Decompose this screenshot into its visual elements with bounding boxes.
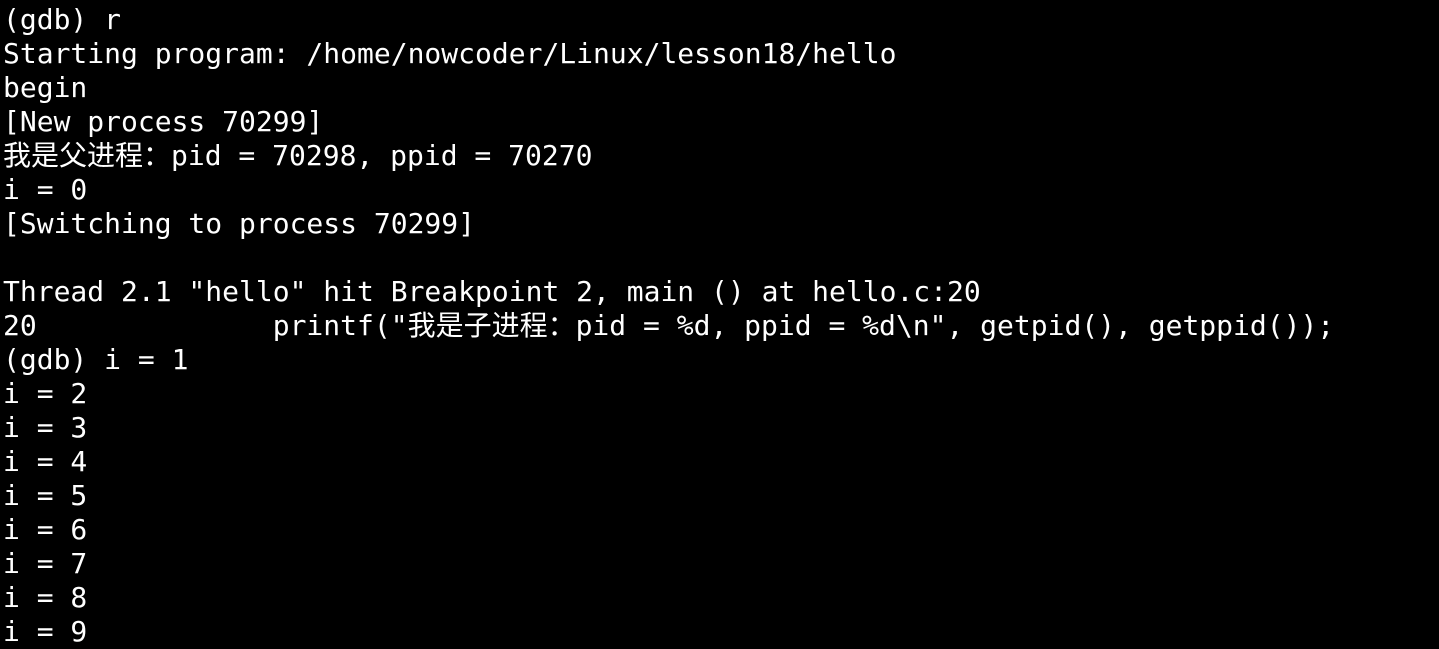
terminal-line: 我是父进程：pid = 70298, ppid = 70270 xyxy=(3,139,593,172)
terminal-line: i = 0 xyxy=(3,173,88,206)
terminal-line: i = 2 xyxy=(3,377,88,410)
terminal-line: [Switching to process 70299] xyxy=(3,207,476,240)
terminal-line: i = 5 xyxy=(3,479,88,512)
terminal-line: i = 3 xyxy=(3,411,88,444)
terminal-line: i = 8 xyxy=(3,581,88,614)
terminal-line: i = 4 xyxy=(3,445,88,478)
terminal-line: i = 6 xyxy=(3,513,88,546)
terminal-line: 20 printf("我是子进程：pid = %d, ppid = %d\n",… xyxy=(3,309,1335,342)
terminal-line: Thread 2.1 "hello" hit Breakpoint 2, mai… xyxy=(3,275,981,308)
terminal-line: Starting program: /home/nowcoder/Linux/l… xyxy=(3,37,897,70)
terminal-line: begin xyxy=(3,71,88,104)
terminal-line: (gdb) i = 1 xyxy=(3,343,189,376)
terminal-line: [New process 70299] xyxy=(3,105,324,138)
terminal-line: (gdb) r xyxy=(3,3,122,36)
terminal-line: i = 7 xyxy=(3,547,88,580)
terminal-output[interactable]: (gdb) r Starting program: /home/nowcoder… xyxy=(0,0,1439,649)
terminal-line: i = 9 xyxy=(3,615,88,648)
